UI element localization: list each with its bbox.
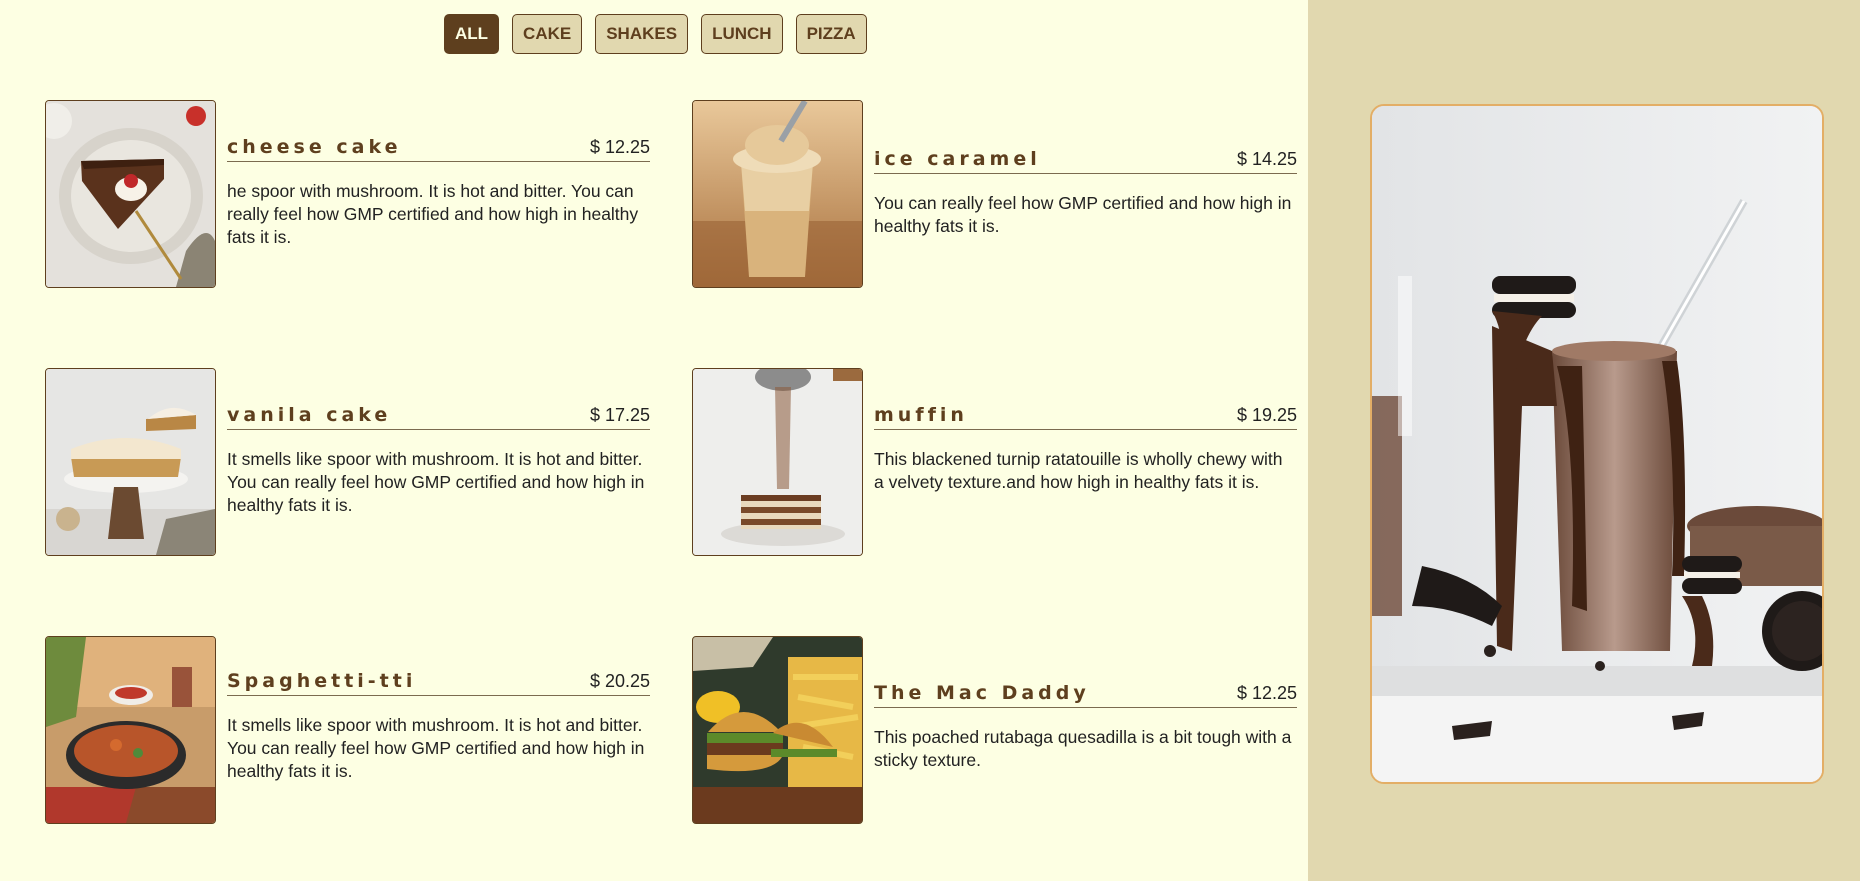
filter-cake-button[interactable]: CAKE [512, 14, 583, 54]
menu-item-the-mac-daddy: The Mac Daddy $ 12.25 This poached rutab… [692, 636, 1297, 824]
item-price: $ 19.25 [1236, 405, 1297, 425]
item-name: muffin [874, 404, 968, 426]
item-price: $ 14.25 [1236, 149, 1297, 169]
item-price: $ 12.25 [589, 137, 650, 157]
item-name: Spaghetti-tti [227, 670, 417, 692]
vanila-cake-image [45, 368, 216, 556]
item-name: The Mac Daddy [874, 682, 1090, 704]
ice-caramel-image [692, 100, 863, 288]
featured-panel [1308, 0, 1860, 881]
spaghetti-tti-image [45, 636, 216, 824]
menu-item-muffin: muffin $ 19.25 This blackened turnip rat… [692, 368, 1297, 556]
menu-item-spaghetti-tti: Spaghetti-tti $ 20.25 It smells like spo… [45, 636, 650, 824]
filter-pizza-button[interactable]: PIZZA [795, 14, 867, 54]
filter-lunch-button[interactable]: LUNCH [701, 14, 783, 54]
item-description: he spoor with mushroom. It is hot and bi… [227, 181, 639, 247]
menu-item-ice-caramel: ice caramel $ 14.25 You can really feel … [692, 100, 1297, 288]
menu-item-vanila-cake: vanila cake $ 17.25 It smells like spoor… [45, 368, 650, 556]
item-price: $ 12.25 [1236, 683, 1297, 703]
item-description: It smells like spoor with mushroom. It i… [227, 715, 645, 781]
item-name: vanila cake [227, 404, 392, 426]
featured-milkshake-image [1370, 104, 1824, 784]
the-mac-daddy-image [692, 636, 863, 824]
item-description: You can really feel how GMP certified an… [874, 193, 1292, 236]
menu-item-cheese-cake: cheese cake $ 12.25 he spoor with mushro… [45, 100, 650, 288]
item-description: It smells like spoor with mushroom. It i… [227, 449, 645, 515]
muffin-image [692, 368, 863, 556]
filter-shakes-button[interactable]: SHAKES [595, 14, 689, 54]
item-description: This poached rutabaga quesadilla is a bi… [874, 727, 1292, 770]
item-name: cheese cake [227, 136, 402, 158]
filter-all-button[interactable]: ALL [444, 14, 500, 54]
cheese-cake-image [45, 100, 216, 288]
item-price: $ 20.25 [589, 671, 650, 691]
category-filters: ALL CAKE SHAKES LUNCH PIZZA [444, 14, 867, 54]
item-price: $ 17.25 [589, 405, 650, 425]
item-name: ice caramel [874, 148, 1041, 170]
item-description: This blackened turnip ratatouille is who… [874, 449, 1283, 492]
